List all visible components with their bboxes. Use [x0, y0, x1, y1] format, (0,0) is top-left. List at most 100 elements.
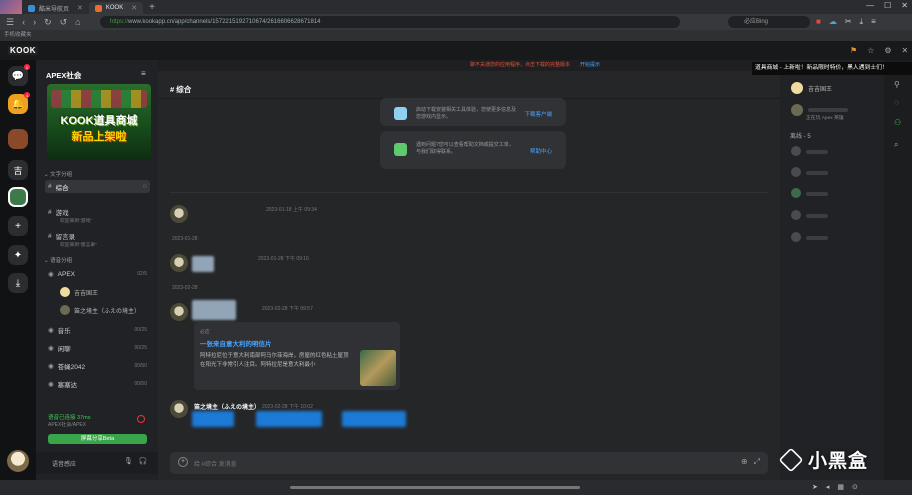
- search-input[interactable]: 必应Bing: [728, 16, 810, 28]
- message-author[interactable]: 笛之境主（ふえの境主）: [194, 402, 260, 411]
- voice-category-header[interactable]: ⌄ 语音分组: [44, 256, 72, 264]
- guild-name[interactable]: APEX社会: [46, 70, 81, 81]
- close-icon[interactable]: ✕: [902, 46, 909, 55]
- horizontal-scrollbar[interactable]: [290, 486, 580, 489]
- member-item[interactable]: 吉吉国王: [791, 82, 832, 94]
- user-avatar[interactable]: [7, 450, 29, 472]
- voice-channel-apex[interactable]: ◉ APEX 02/5: [48, 270, 150, 279]
- speaker-icon[interactable]: ◂: [826, 483, 830, 491]
- search-icon[interactable]: ⌕: [894, 140, 898, 150]
- avatar[interactable]: [170, 254, 188, 272]
- avatar[interactable]: [170, 400, 188, 418]
- avatar[interactable]: [791, 210, 801, 220]
- channel-item-games[interactable]: # 游戏: [48, 207, 150, 218]
- members-icon[interactable]: ⚇: [894, 118, 901, 127]
- avatar[interactable]: [791, 167, 801, 177]
- discover-icon[interactable]: ✦: [8, 245, 28, 265]
- layout-icon[interactable]: ▦: [837, 483, 844, 491]
- send-icon[interactable]: ➤: [812, 483, 818, 491]
- server-icon-ji[interactable]: 吉: [8, 160, 28, 180]
- reload-icon[interactable]: ↻: [44, 17, 52, 28]
- notification-icon[interactable]: ◌: [894, 98, 899, 107]
- download-client-link[interactable]: 下载客户端: [524, 110, 552, 118]
- voice-channel-2042[interactable]: ◉ 苍蝇2042 00/50: [48, 361, 150, 371]
- blurred-content: [256, 411, 322, 427]
- close-window-button[interactable]: ✕: [901, 1, 908, 10]
- kook-favicon: [94, 4, 102, 12]
- voice-member[interactable]: 笛之境主（ふえの境主）: [60, 305, 140, 315]
- avatar: [791, 104, 803, 116]
- shop-icon[interactable]: ⚑: [850, 46, 857, 55]
- maximize-button[interactable]: ☐: [884, 1, 891, 10]
- avatar[interactable]: [791, 146, 801, 156]
- download-app-icon[interactable]: ⤓: [8, 273, 28, 293]
- address-bar[interactable]: https://www.kookapp.cn/app/channels/1572…: [100, 16, 680, 28]
- forward-icon[interactable]: ›: [33, 17, 36, 27]
- download-icon[interactable]: ⤓: [860, 17, 864, 27]
- notifications-icon[interactable]: 🔔 4: [8, 92, 30, 114]
- microphone-icon[interactable]: 🎙: [124, 457, 133, 465]
- star-icon[interactable]: ☆: [867, 46, 874, 55]
- browser-tab-navigation[interactable]: 酷米导航页 ✕: [22, 2, 89, 14]
- avatar[interactable]: [170, 205, 188, 223]
- home-icon[interactable]: ⌂: [75, 17, 80, 27]
- avatar[interactable]: [791, 188, 801, 198]
- browser-tab-kook[interactable]: KOOK ✕: [88, 2, 144, 14]
- voice-channel-5[interactable]: ◉ 塞塞达 00/50: [48, 379, 150, 389]
- add-server-icon[interactable]: +: [8, 216, 28, 236]
- text-category-header[interactable]: ⌄ 文字分组: [44, 170, 72, 178]
- scissors-icon[interactable]: ✂: [845, 17, 852, 27]
- voice-channel-chat[interactable]: ◉ 闲聊 00/25: [48, 343, 150, 353]
- direct-messages-icon[interactable]: 💬 1: [8, 64, 30, 86]
- back-icon[interactable]: ‹: [22, 17, 25, 27]
- disconnect-icon[interactable]: [137, 415, 145, 423]
- shop-banner[interactable]: KOOK道具商城 新品上架啦: [47, 84, 151, 160]
- composer-placeholder: 给 #综合 发消息: [194, 462, 237, 468]
- embed-thumbnail[interactable]: [360, 350, 396, 386]
- add-member-icon[interactable]: ⚇: [143, 184, 150, 190]
- emoji-icon[interactable]: ⊕: [741, 457, 748, 467]
- channel-item-general[interactable]: # 综合 ⚇: [45, 180, 150, 193]
- undo-icon[interactable]: ↺: [60, 17, 68, 28]
- new-tab-button[interactable]: +: [149, 2, 155, 13]
- bookmark-item[interactable]: 手机收藏夹: [4, 32, 32, 38]
- notice-link[interactable]: 开始提示: [580, 62, 600, 68]
- server-icon-avatar[interactable]: [8, 129, 28, 149]
- channel-title: # 综合: [170, 85, 192, 94]
- minimize-button[interactable]: —: [866, 1, 874, 10]
- help-center-link[interactable]: 帮助中心: [530, 147, 552, 155]
- url-text: www.kookapp.cn/app/channels/157221519271…: [128, 19, 321, 25]
- channel-item-messages[interactable]: # 留言录: [48, 231, 150, 242]
- zoom-icon[interactable]: ⊙: [852, 483, 858, 491]
- add-attachment-icon[interactable]: +: [178, 457, 188, 467]
- gear-icon[interactable]: ⚙: [884, 46, 891, 55]
- guild-menu-icon[interactable]: ≡: [141, 69, 146, 78]
- pin-icon[interactable]: ⚲: [894, 80, 900, 89]
- screen-share-button[interactable]: 屏幕分享Beta: [48, 434, 147, 444]
- sidebar-toggle-icon[interactable]: ☰: [6, 17, 14, 28]
- profile-avatar[interactable]: [0, 0, 22, 14]
- member-activity: 正在玩 Apex 英雄: [806, 116, 844, 121]
- headphones-icon[interactable]: 🎧: [139, 457, 148, 465]
- banner-title: KOOK道具商城: [60, 115, 138, 127]
- menu-icon[interactable]: ≡: [871, 17, 876, 27]
- expand-icon[interactable]: ⤢: [754, 457, 760, 467]
- blurred-name: [806, 150, 828, 154]
- top-icons: ⚑ ☆ ⚙ ✕: [850, 46, 908, 55]
- avatar[interactable]: [791, 232, 801, 242]
- voice-channel-music[interactable]: ◉ 音乐 00/25: [48, 325, 150, 335]
- voice-member[interactable]: 吉吉国王: [60, 287, 98, 297]
- status-icons: ➤ ◂ ▦ ⊙: [812, 483, 858, 491]
- extension-icon[interactable]: ■: [816, 17, 821, 27]
- server-icon-apex[interactable]: [8, 187, 28, 207]
- blurred-content: [342, 411, 406, 427]
- channel-label: APEX: [57, 270, 76, 278]
- embed-title[interactable]: 一张来自意大利的明信片: [200, 338, 272, 348]
- close-icon[interactable]: ✕: [131, 4, 137, 12]
- url-scheme: https://: [110, 19, 129, 25]
- avatar[interactable]: [170, 303, 188, 321]
- cloud-icon[interactable]: ☁: [829, 17, 837, 27]
- message-composer[interactable]: + 给 #综合 发消息 ⊕ ⤢: [170, 452, 768, 474]
- divider: [170, 192, 768, 193]
- close-icon[interactable]: ✕: [77, 4, 83, 12]
